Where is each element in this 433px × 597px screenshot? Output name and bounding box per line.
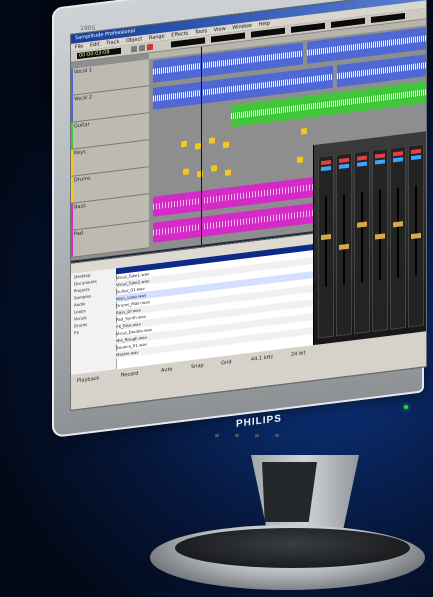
stand-neck-cutout [262, 462, 317, 522]
play-button[interactable] [131, 45, 137, 53]
record-button[interactable] [147, 43, 153, 51]
volume-fader[interactable] [393, 221, 403, 228]
status-item: Record [121, 370, 139, 379]
fader-track [343, 194, 345, 285]
status-item: 24 bit [291, 350, 306, 358]
power-led [404, 405, 408, 409]
solo-button[interactable] [357, 161, 367, 167]
track-name: Vocal 2 [74, 94, 93, 103]
fader-track [325, 196, 327, 287]
track-name: Drums [74, 175, 91, 184]
monitor-screen: Samplitude Professional File Edit Track … [70, 0, 427, 411]
volume-fader[interactable] [375, 233, 385, 240]
mute-button[interactable] [393, 151, 403, 157]
brand-logo: PHILIPS [236, 413, 282, 430]
track-color-strip [71, 122, 73, 149]
monitor-control-button[interactable] [255, 434, 259, 437]
fader-track [361, 192, 363, 283]
midi-note[interactable] [197, 170, 203, 178]
volume-fader[interactable] [339, 243, 349, 250]
mute-button[interactable] [357, 155, 367, 161]
track-name: Guitar [74, 121, 90, 130]
midi-note[interactable] [301, 127, 307, 135]
midi-note[interactable] [297, 156, 303, 164]
solo-button[interactable] [393, 157, 403, 163]
stop-button[interactable] [139, 44, 145, 52]
volume-fader[interactable] [357, 221, 367, 228]
volume-fader[interactable] [411, 232, 421, 240]
track-name: Bass [74, 203, 86, 211]
track-color-strip [71, 68, 73, 95]
solo-button[interactable] [411, 154, 421, 161]
stand-base-shadow [175, 528, 410, 568]
midi-note[interactable] [209, 137, 215, 144]
waveform [307, 34, 427, 57]
status-item: Playback [77, 375, 100, 385]
solo-button[interactable] [375, 159, 385, 165]
volume-fader[interactable] [321, 233, 331, 241]
fader-track [397, 187, 399, 278]
status-item: Grid [221, 359, 232, 367]
status-item: Auto [161, 366, 173, 374]
mixer-channel-strip[interactable] [372, 147, 388, 332]
track-color-strip [71, 176, 73, 203]
mixer-panel [313, 130, 427, 346]
track-color-strip [71, 203, 73, 230]
mute-button[interactable] [411, 148, 421, 155]
status-item: 44.1 kHz [251, 354, 274, 363]
track-color-strip [71, 230, 73, 257]
fader-track [415, 185, 417, 276]
track-color-strip [71, 95, 73, 122]
midi-note[interactable] [183, 168, 189, 176]
solo-button[interactable] [339, 163, 349, 169]
mixer-channel-strip[interactable] [408, 143, 424, 328]
mute-button[interactable] [375, 153, 385, 159]
monitor-control-button[interactable] [215, 434, 219, 437]
mixer-channel-strip[interactable] [318, 154, 334, 339]
folder-tree: Desktop Documents Projects Samples Audio… [71, 268, 117, 376]
mixer-channel-strip[interactable] [336, 152, 352, 337]
track-name: Pad [74, 230, 84, 238]
midi-note[interactable] [211, 164, 217, 172]
midi-note[interactable] [181, 140, 187, 148]
track-name: Vocal 1 [74, 67, 93, 76]
monitor-control-button[interactable] [235, 434, 239, 437]
waveform [337, 61, 427, 80]
midi-note[interactable] [225, 169, 231, 176]
photo-stage: 190S Samplitude Professional File Edit T… [0, 0, 433, 597]
solo-button[interactable] [321, 165, 331, 172]
menu-item-file[interactable]: File [75, 43, 83, 50]
midi-note[interactable] [223, 141, 229, 149]
mixer-channel-strip[interactable] [390, 145, 406, 330]
mixer-channel-strip[interactable] [354, 150, 370, 335]
status-item: Snap [191, 362, 204, 371]
mute-button[interactable] [339, 157, 349, 163]
track-color-strip [71, 149, 73, 176]
monitor-control-button[interactable] [275, 434, 279, 437]
track-name: Keys [74, 149, 86, 157]
playback-cursor[interactable] [201, 46, 202, 245]
mute-button[interactable] [321, 159, 331, 166]
